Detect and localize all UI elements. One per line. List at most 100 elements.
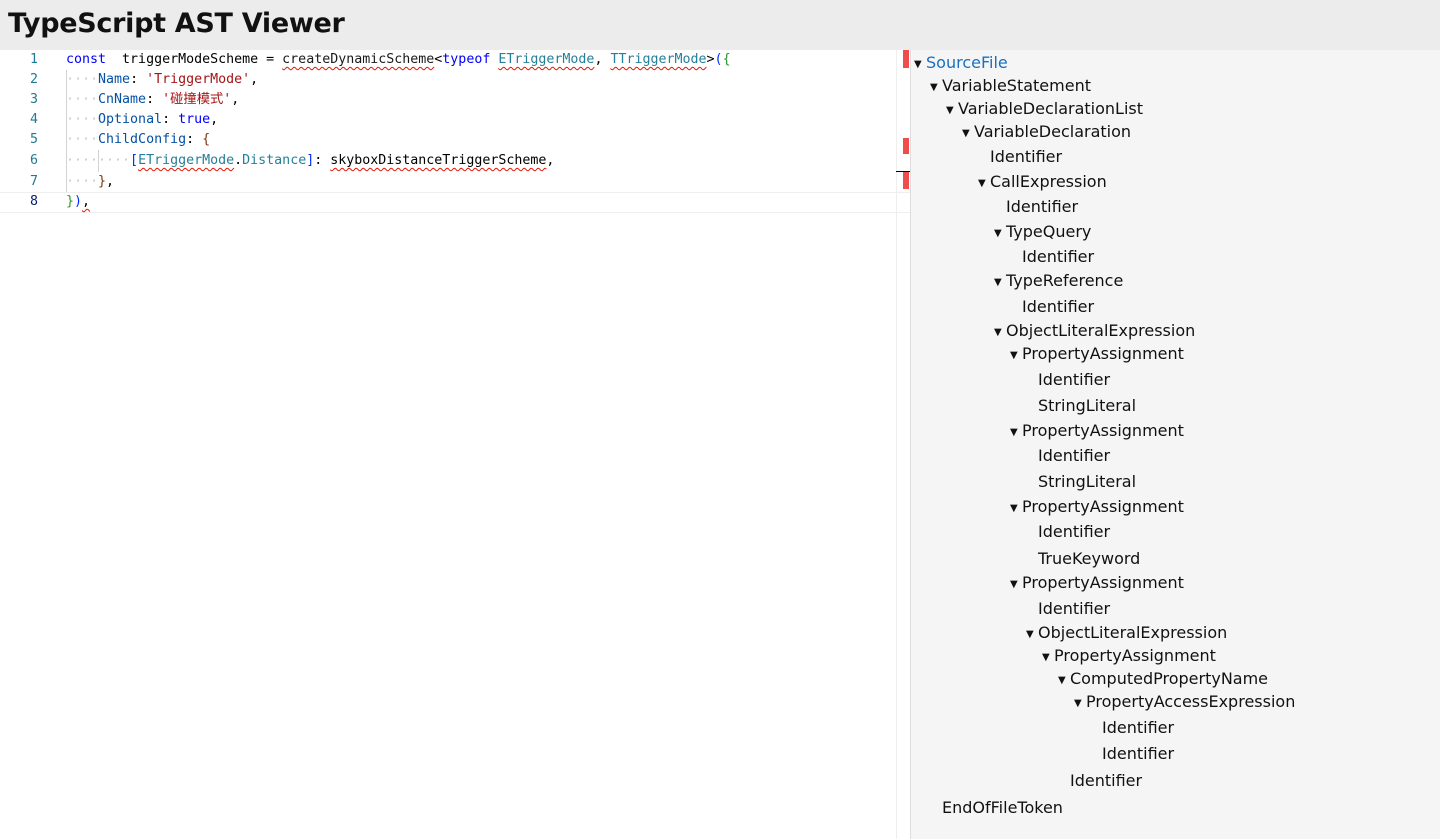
- code-text: ····Optional: true,: [66, 110, 218, 130]
- tree-node-identifier[interactable]: Identifier: [1026, 368, 1110, 392]
- code-token: ····: [66, 112, 99, 127]
- tree-node-label: ComputedPropertyName: [1070, 669, 1269, 688]
- tree-node-stringliteral[interactable]: StringLiteral: [1026, 394, 1136, 418]
- tree-node-typequery[interactable]: ▼ TypeQuery: [994, 220, 1091, 244]
- tree-node-identifier[interactable]: Identifier: [1026, 520, 1110, 544]
- tree-node-label: VariableStatement: [942, 76, 1091, 95]
- code-token: ): [74, 194, 83, 209]
- code-line[interactable]: 2 ····Name: 'TriggerMode',: [0, 70, 910, 90]
- expand-arrow-icon[interactable]: ▼: [1010, 421, 1022, 445]
- code-text: const triggerModeScheme = createDynamicS…: [66, 50, 731, 70]
- line-number: 1: [29, 52, 38, 67]
- code-token: ,: [210, 112, 219, 127]
- tree-node-label: Identifier: [1038, 522, 1111, 541]
- expand-arrow-icon[interactable]: ▼: [1026, 623, 1038, 647]
- code-token: typeof: [442, 52, 491, 67]
- ast-tree-panel[interactable]: ▼ SourceFile ▼ VariableStatement ▼ VariableDe…: [910, 50, 1440, 839]
- code-token-error: ,: [82, 194, 91, 209]
- code-line[interactable]: 5 ····ChildConfig: {: [0, 130, 910, 150]
- code-line[interactable]: 3 ····CnName: '碰撞模式',: [0, 90, 910, 110]
- tree-node-identifier[interactable]: Identifier: [1090, 716, 1174, 740]
- code-token-error: TTriggerMode: [610, 52, 707, 67]
- tree-node-label: StringLiteral: [1038, 472, 1137, 491]
- tree-node-identifier[interactable]: Identifier: [1026, 597, 1110, 621]
- tree-node-propertyassignment[interactable]: ▼ PropertyAssignment: [1010, 571, 1184, 595]
- tree-node-label: PropertyAssignment: [1022, 344, 1184, 363]
- tree-node-identifier[interactable]: Identifier: [978, 145, 1062, 169]
- expand-arrow-icon[interactable]: ▼: [930, 76, 942, 100]
- tree-node-label: Identifier: [1006, 197, 1079, 216]
- error-marker[interactable]: [903, 172, 909, 189]
- tree-node-identifier[interactable]: Identifier: [1010, 245, 1094, 269]
- tree-node-callexpression[interactable]: ▼ CallExpression: [978, 170, 1107, 194]
- expand-arrow-icon[interactable]: ▼: [1010, 344, 1022, 368]
- tree-node-label: TypeQuery: [1006, 222, 1092, 241]
- tree-node-label: Identifier: [1070, 771, 1143, 790]
- tree-node-stringliteral[interactable]: StringLiteral: [1026, 470, 1136, 494]
- tree-node-variabledeclaration[interactable]: ▼ VariableDeclaration: [962, 120, 1131, 144]
- tree-node-identifier[interactable]: Identifier: [1026, 444, 1110, 468]
- tree-node-propertyassignment[interactable]: ▼ PropertyAssignment: [1010, 495, 1184, 519]
- tree-node-typereference[interactable]: ▼ TypeReference: [994, 269, 1123, 293]
- tree-node-truekeyword[interactable]: TrueKeyword: [1026, 547, 1140, 571]
- tree-node-propertyassignment[interactable]: ▼ PropertyAssignment: [1010, 419, 1184, 443]
- app-header: TypeScript AST Viewer: [0, 0, 1440, 50]
- tree-node-identifier[interactable]: Identifier: [1010, 295, 1094, 319]
- tree-node-computedpropertyname[interactable]: ▼ ComputedPropertyName: [1058, 667, 1268, 691]
- tree-node-label: PropertyAssignment: [1022, 497, 1184, 516]
- code-editor[interactable]: 1 const triggerModeScheme = createDynamic…: [0, 50, 910, 839]
- expand-arrow-icon[interactable]: ▼: [1074, 692, 1086, 716]
- overview-ruler: [896, 50, 897, 839]
- code-line[interactable]: 6 ········[ETriggerMode.Distance]: skybox…: [0, 151, 910, 171]
- code-text: ····Name: 'TriggerMode',: [66, 70, 258, 90]
- code-line[interactable]: 8}),: [0, 192, 910, 212]
- tree-node-sourcefile[interactable]: ▼ SourceFile: [914, 51, 1008, 75]
- code-token: ,: [546, 153, 555, 168]
- code-line[interactable]: 7 ····},: [0, 172, 910, 192]
- line-number: 6: [29, 153, 38, 168]
- expand-arrow-icon[interactable]: ▼: [946, 99, 958, 123]
- expand-arrow-icon[interactable]: ▼: [962, 122, 974, 146]
- code-line[interactable]: 1 const triggerModeScheme = createDynamic…: [0, 50, 910, 70]
- code-token-error: createDynamicScheme: [282, 52, 435, 67]
- code-text: ········[ETriggerMode.Distance]: skyboxD…: [66, 151, 554, 171]
- code-token: CnName: [98, 92, 147, 107]
- expand-arrow-icon[interactable]: ▼: [1010, 497, 1022, 521]
- code-line[interactable]: 4 ····Optional: true,: [0, 110, 910, 130]
- error-marker[interactable]: [903, 50, 909, 68]
- error-marker[interactable]: [903, 138, 909, 154]
- expand-arrow-icon[interactable]: ▼: [1058, 669, 1070, 693]
- code-token: }: [66, 194, 75, 209]
- code-token: .: [234, 153, 243, 168]
- expand-arrow-icon[interactable]: ▼: [1010, 573, 1022, 597]
- code-token-error: ETriggerMode: [498, 52, 595, 67]
- code-token: ····: [66, 92, 99, 107]
- expand-arrow-icon[interactable]: ▼: [994, 222, 1006, 246]
- expand-arrow-icon[interactable]: ▼: [978, 172, 990, 196]
- tree-node-variablestatement[interactable]: ▼ VariableStatement: [930, 74, 1091, 98]
- tree-node-label: ObjectLiteralExpression: [1038, 623, 1228, 642]
- expand-arrow-icon[interactable]: ▼: [994, 321, 1006, 345]
- code-token: const: [66, 52, 107, 67]
- expand-arrow-icon[interactable]: ▼: [1042, 646, 1054, 670]
- tree-node-objectliteralexpression[interactable]: ▼ ObjectLiteralExpression: [994, 319, 1195, 343]
- tree-node-propertyaccessexpression[interactable]: ▼ PropertyAccessExpression: [1074, 690, 1295, 714]
- tree-node-identifier[interactable]: Identifier: [1058, 769, 1142, 793]
- tree-node-propertyassignment[interactable]: ▼ PropertyAssignment: [1010, 342, 1184, 366]
- tree-node-identifier[interactable]: Identifier: [1090, 742, 1174, 766]
- code-text: ····},: [66, 172, 114, 192]
- expand-arrow-icon[interactable]: ▼: [914, 53, 926, 77]
- tree-node-label: Identifier: [1038, 446, 1111, 465]
- code-token: ,: [250, 72, 259, 87]
- tree-node-variabledeclarationlist[interactable]: ▼ VariableDeclarationList: [946, 97, 1143, 121]
- tree-node-identifier[interactable]: Identifier: [994, 195, 1078, 219]
- expand-arrow-icon[interactable]: ▼: [994, 271, 1006, 295]
- code-token: :: [130, 72, 147, 87]
- line-number: 3: [29, 92, 38, 107]
- tree-node-propertyassignment[interactable]: ▼ PropertyAssignment: [1042, 644, 1216, 668]
- tree-node-objectliteralexpression[interactable]: ▼ ObjectLiteralExpression: [1026, 621, 1227, 645]
- code-token: :: [314, 153, 331, 168]
- code-token: ,: [594, 52, 611, 67]
- tree-node-endoffiletoken[interactable]: EndOfFileToken: [930, 796, 1063, 820]
- code-text: ····ChildConfig: {: [66, 130, 210, 150]
